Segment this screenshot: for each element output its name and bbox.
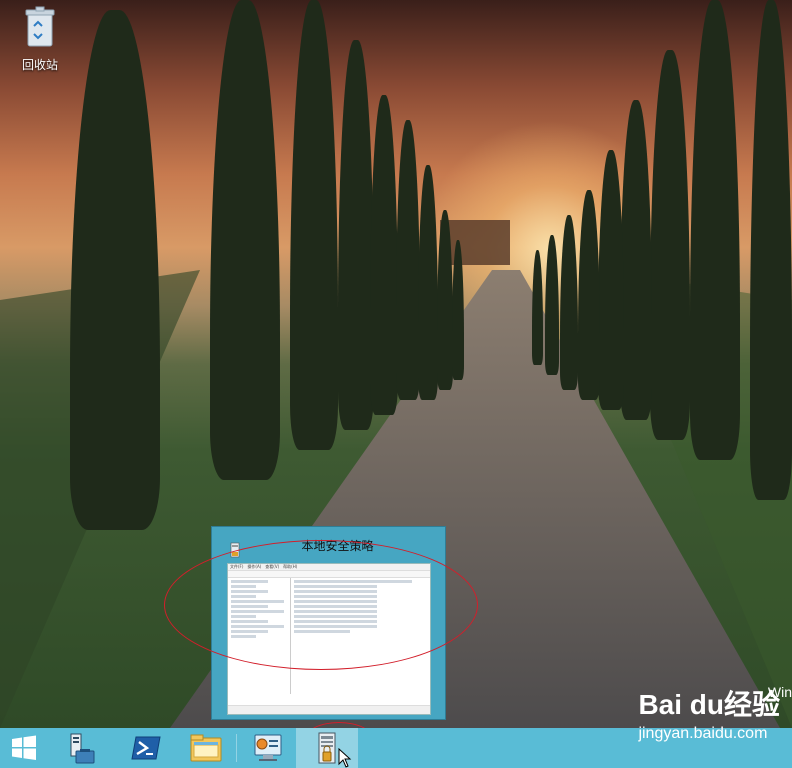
- taskbar-file-explorer[interactable]: [182, 728, 230, 768]
- mouse-cursor-icon: [338, 748, 352, 768]
- taskbar-control-panel[interactable]: [242, 728, 290, 768]
- recycle-bin-desktop-icon[interactable]: 回收站: [16, 6, 64, 76]
- taskbar-server-manager[interactable]: [56, 728, 104, 768]
- watermark-url: jingyan.baidu.com: [638, 725, 768, 742]
- powershell-icon: [131, 736, 161, 760]
- watermark-brand: Bai du经验: [638, 689, 780, 720]
- baidu-jingyan-watermark: Bai du经验 jingyan.baidu.com: [638, 683, 780, 743]
- recycle-bin-icon: [25, 6, 55, 47]
- start-button[interactable]: [0, 728, 48, 768]
- folder-icon: [190, 734, 222, 762]
- windows-logo-icon: [12, 735, 36, 760]
- taskbar-separator: [236, 734, 237, 762]
- recycle-bin-label: 回收站: [21, 58, 58, 72]
- server-manager-icon: [70, 733, 95, 764]
- taskbar-powershell[interactable]: [122, 728, 170, 768]
- preview-statusbar: [228, 705, 430, 714]
- annotation-ellipse-preview: [164, 540, 478, 670]
- control-panel-icon: [254, 734, 282, 761]
